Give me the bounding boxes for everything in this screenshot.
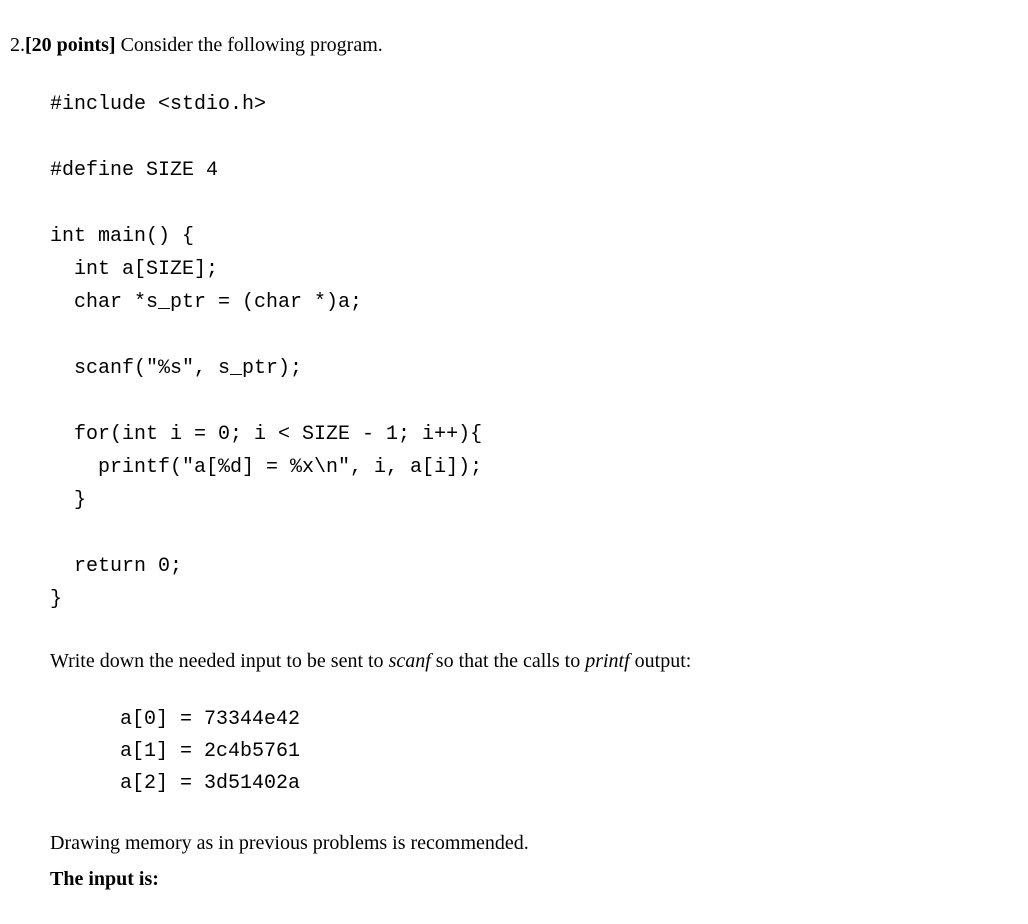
code-block: #include <stdio.h> #define SIZE 4 int ma… <box>50 88 988 616</box>
input-label: The input is: <box>50 864 988 894</box>
prompt-after: output: <box>630 650 692 672</box>
question-points: [20 points] <box>25 34 116 56</box>
prompt-text: Write down the needed input to be sent t… <box>50 646 988 676</box>
prompt-between: so that the calls to <box>431 650 585 672</box>
recommend-text: Drawing memory as in previous problems i… <box>50 828 988 858</box>
output-block: a[0] = 73344e42 a[1] = 2c4b5761 a[2] = 3… <box>120 704 988 800</box>
prompt-before: Write down the needed input to be sent t… <box>50 650 389 672</box>
prompt-scanf: scanf <box>389 650 431 672</box>
question-number: 2. <box>10 30 25 60</box>
prompt-printf: printf <box>585 650 629 672</box>
question-header: 2. [20 points] Consider the following pr… <box>10 30 988 60</box>
question-intro: Consider the following program. <box>116 34 383 56</box>
